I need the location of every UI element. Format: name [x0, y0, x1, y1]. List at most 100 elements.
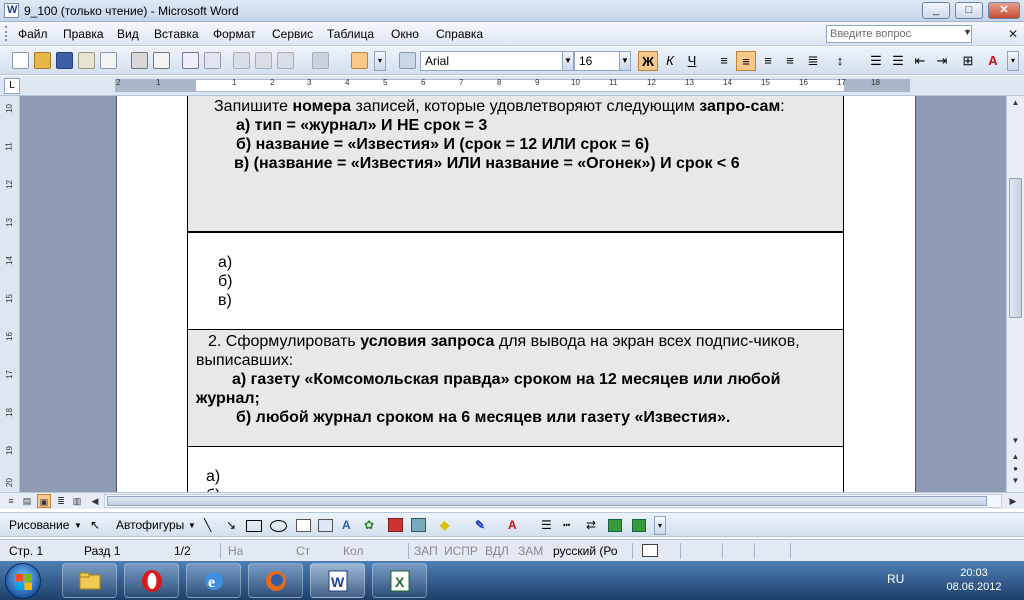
taskbar-excel[interactable]: X	[372, 563, 427, 598]
textbox-icon[interactable]	[296, 519, 311, 532]
status-language[interactable]: русский (Ро	[553, 544, 618, 558]
font-size-dropdown-icon[interactable]: ▼	[619, 51, 631, 71]
keyboard-language[interactable]: RU	[887, 572, 904, 586]
status-ext[interactable]: ВДЛ	[485, 544, 509, 558]
menu-insert[interactable]: Вставка	[154, 27, 199, 41]
maximize-button[interactable]: □	[955, 2, 983, 19]
scroll-left-icon[interactable]: ◀	[88, 494, 102, 508]
status-ovr[interactable]: ЗАМ	[518, 544, 543, 558]
next-page-icon[interactable]: ▼	[1009, 476, 1022, 489]
decrease-indent-icon[interactable]: ⇤	[910, 51, 930, 71]
scroll-down-icon[interactable]: ▼	[1009, 436, 1022, 449]
cut-icon[interactable]	[233, 52, 250, 69]
answer-1-cell[interactable]: а) б) в)	[187, 232, 844, 330]
oval-icon[interactable]	[270, 520, 287, 532]
reading-view-icon[interactable]: ▥	[70, 494, 84, 508]
bold-button[interactable]: Ж	[638, 51, 658, 71]
hscroll-thumb[interactable]	[107, 496, 987, 506]
scroll-thumb[interactable]	[1009, 178, 1022, 318]
select-objects-icon[interactable]: ↖	[90, 518, 100, 532]
save-icon[interactable]	[56, 52, 73, 69]
diagram-icon[interactable]: ✿	[364, 518, 374, 532]
menu-tools[interactable]: Сервис	[272, 27, 313, 41]
autoshapes-menu[interactable]: Автофигуры	[116, 518, 184, 532]
taskbar-ie[interactable]: e	[186, 563, 241, 598]
autoshapes-dropdown-icon[interactable]: ▼	[188, 521, 196, 530]
horizontal-ruler[interactable]: L 2 1 1 2 3 4 5 6 7 8 9 10 11 12 13 14 1…	[0, 76, 1024, 96]
menu-format[interactable]: Формат	[213, 27, 256, 41]
line-icon[interactable]: ╲	[204, 518, 211, 532]
font-size-select[interactable]: 16	[574, 51, 620, 71]
hscroll-track[interactable]	[104, 494, 1002, 508]
align-center-icon[interactable]: ≡	[736, 51, 756, 71]
reading-layout-icon[interactable]	[351, 52, 368, 69]
menu-window[interactable]: Окно	[391, 27, 419, 41]
underline-button[interactable]: Ч	[682, 51, 702, 71]
print-preview-icon[interactable]	[153, 52, 170, 69]
status-trk[interactable]: ИСПР	[444, 544, 478, 558]
spelling-icon[interactable]	[182, 52, 199, 69]
shadow-style-icon[interactable]	[608, 519, 622, 532]
line-spacing-icon[interactable]: ↕	[830, 51, 850, 71]
menu-table[interactable]: Таблица	[327, 27, 374, 41]
arrow-icon[interactable]: ↘	[226, 518, 236, 532]
close-button[interactable]: ✕	[988, 2, 1020, 19]
normal-view-icon[interactable]: ≡	[4, 494, 18, 508]
document-page[interactable]: Запишите номера записей, которые удовлет…	[116, 96, 916, 492]
3d-style-icon[interactable]	[632, 519, 646, 532]
numbering-icon[interactable]: ☰	[866, 51, 886, 71]
start-button[interactable]	[5, 563, 41, 599]
justify-icon[interactable]: ≡	[780, 51, 800, 71]
align-right-icon[interactable]: ≡	[758, 51, 778, 71]
paste-icon[interactable]	[277, 52, 294, 69]
align-left-icon[interactable]: ≡	[714, 51, 734, 71]
tab-selector-icon[interactable]: L	[4, 78, 20, 94]
font-color-icon[interactable]: A	[508, 518, 517, 532]
answer-2-cell[interactable]: а) б)	[187, 446, 844, 492]
menu-grip[interactable]	[5, 26, 8, 41]
spelling-status-icon[interactable]	[642, 544, 658, 557]
document-area[interactable]: Запишите номера записей, которые удовлет…	[20, 96, 1006, 492]
horizontal-scrollbar[interactable]: ≡ ▤ ▣ ≣ ▥ ◀ ▶	[0, 492, 1024, 509]
line-color-icon[interactable]: ✎	[475, 518, 485, 532]
open-folder-icon[interactable]	[34, 52, 51, 69]
italic-button[interactable]: К	[660, 51, 680, 71]
toolbar-options-icon[interactable]: ▾	[374, 51, 386, 71]
menu-help[interactable]: Справка	[436, 27, 483, 41]
font-color-button[interactable]: A	[983, 51, 1003, 71]
minimize-button[interactable]: _	[922, 2, 950, 19]
status-rec[interactable]: ЗАП	[414, 544, 438, 558]
chevron-down-icon[interactable]: ▼	[963, 27, 972, 37]
permission-icon[interactable]	[78, 52, 95, 69]
vertical-ruler[interactable]: 10 11 12 13 14 15 16 17 18 19 20	[0, 96, 20, 492]
outline-view-icon[interactable]: ≣	[54, 494, 68, 508]
document-close-icon[interactable]: ✕	[1008, 27, 1018, 41]
web-view-icon[interactable]: ▤	[20, 494, 34, 508]
copy-icon[interactable]	[255, 52, 272, 69]
system-clock[interactable]: 20:03 08.06.2012	[939, 566, 1009, 594]
menu-edit[interactable]: Правка	[63, 27, 104, 41]
picture-icon[interactable]	[411, 518, 426, 532]
taskbar-firefox[interactable]	[248, 563, 303, 598]
scroll-up-icon[interactable]: ▲	[1009, 98, 1022, 111]
font-name-select[interactable]: Arial	[420, 51, 563, 71]
bullets-icon[interactable]: ☰	[888, 51, 908, 71]
task-2-cell[interactable]: 2. Сформулировать условия запроса для вы…	[187, 329, 844, 447]
scroll-right-icon[interactable]: ▶	[1006, 494, 1020, 508]
research-icon[interactable]	[204, 52, 221, 69]
increase-indent-icon[interactable]: ⇥	[932, 51, 952, 71]
task-1-cell[interactable]: Запишите номера записей, которые удовлет…	[187, 96, 844, 232]
rectangle-icon[interactable]	[246, 520, 262, 532]
undo-icon[interactable]	[312, 52, 329, 69]
taskbar-opera[interactable]	[124, 563, 179, 598]
vertical-textbox-icon[interactable]	[318, 519, 333, 532]
drawing-menu[interactable]: Рисование	[9, 518, 69, 532]
taskbar-explorer[interactable]	[62, 563, 117, 598]
drawing-dropdown-icon[interactable]: ▼	[74, 521, 82, 530]
wordart-icon[interactable]: A	[342, 518, 351, 532]
arrow-style-icon[interactable]: ⇄	[586, 518, 596, 532]
word-app-icon[interactable]	[4, 3, 19, 18]
vertical-scrollbar[interactable]: ▲ ▼ ▲ ● ▼	[1006, 96, 1024, 492]
print-icon[interactable]	[131, 52, 148, 69]
line-style-icon[interactable]: ☰	[541, 518, 552, 532]
